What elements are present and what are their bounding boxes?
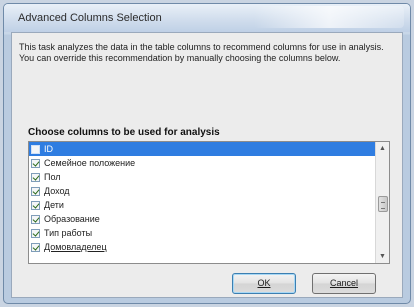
column-label: Доход <box>44 186 70 196</box>
column-label: Семейное положение <box>44 158 136 168</box>
column-checkbox[interactable] <box>31 200 40 210</box>
column-item[interactable]: Доход <box>29 184 376 198</box>
column-label: Образование <box>44 214 100 224</box>
column-checkbox[interactable] <box>31 186 40 196</box>
column-checkbox[interactable] <box>31 172 40 182</box>
column-label: Дети <box>44 200 64 210</box>
cancel-button-label: Cancel <box>329 278 358 288</box>
cancel-button[interactable]: Cancel <box>312 273 376 294</box>
column-item[interactable]: Тип работы <box>29 226 376 240</box>
column-item[interactable]: ID <box>29 142 376 156</box>
column-checkbox[interactable] <box>31 158 40 168</box>
dialog-body: This task analyzes the data in the table… <box>11 32 403 298</box>
column-checkbox[interactable] <box>31 242 40 252</box>
column-label: Тип работы <box>44 228 93 238</box>
column-label: Домовладелец <box>44 242 107 252</box>
description-text: This task analyzes the data in the table… <box>19 42 384 63</box>
columns-listbox[interactable]: ID Семейное положение Пол Доход Дети Обр… <box>28 141 390 264</box>
scroll-up-arrow-icon[interactable]: ▲ <box>376 142 389 155</box>
column-item[interactable]: Дети <box>29 198 376 212</box>
column-item[interactable]: Семейное положение <box>29 156 376 170</box>
columns-list: ID Семейное положение Пол Доход Дети Обр… <box>29 142 376 254</box>
scroll-thumb[interactable] <box>378 196 388 212</box>
column-label: ID <box>44 144 53 154</box>
scroll-down-arrow-icon[interactable]: ▼ <box>376 250 389 263</box>
column-checkbox[interactable] <box>31 144 40 154</box>
advanced-columns-dialog: Advanced Columns Selection This task ana… <box>3 3 411 304</box>
column-item[interactable]: Образование <box>29 212 376 226</box>
column-label: Пол <box>44 172 61 182</box>
dialog-title: Advanced Columns Selection <box>18 12 162 24</box>
ok-button-label: OK <box>257 278 271 288</box>
column-checkbox[interactable] <box>31 214 40 224</box>
columns-section-label: Choose columns to be used for analysis <box>28 127 220 138</box>
vertical-scrollbar[interactable]: ▲ ▼ <box>375 142 389 263</box>
title-bar[interactable]: Advanced Columns Selection <box>4 4 410 32</box>
ok-button[interactable]: OK <box>232 273 296 294</box>
column-item[interactable]: Пол <box>29 170 376 184</box>
column-checkbox[interactable] <box>31 228 40 238</box>
column-item[interactable]: Домовладелец <box>29 240 376 254</box>
